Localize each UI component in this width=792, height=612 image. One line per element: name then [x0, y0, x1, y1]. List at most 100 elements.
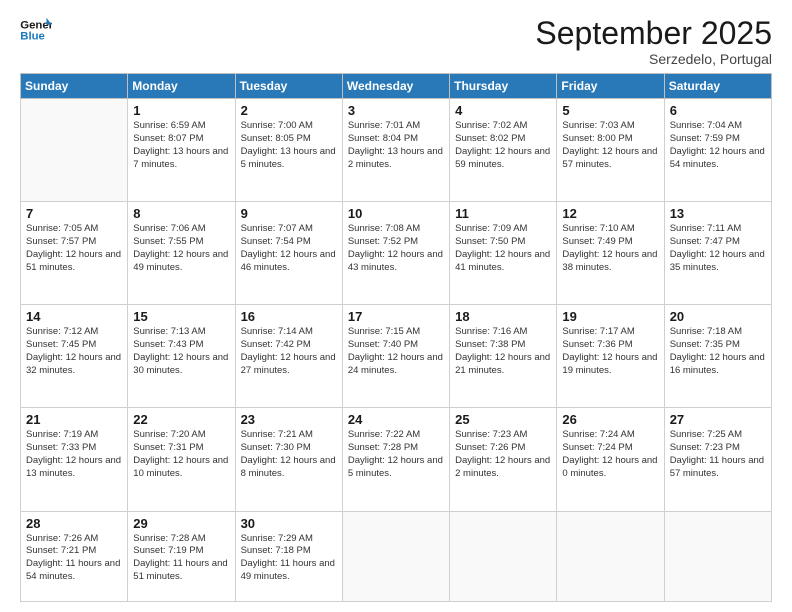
header-monday: Monday: [128, 74, 235, 99]
day-info: Sunrise: 7:22 AM Sunset: 7:28 PM Dayligh…: [348, 429, 444, 480]
table-row: [557, 511, 664, 602]
day-info: Sunrise: 7:02 AM Sunset: 8:02 PM Dayligh…: [455, 120, 551, 171]
day-info: Sunrise: 7:13 AM Sunset: 7:43 PM Dayligh…: [133, 326, 229, 377]
day-number: 29: [133, 516, 229, 531]
table-row: 27 Sunrise: 7:25 AM Sunset: 7:23 PM Dayli…: [664, 408, 771, 511]
day-number: 20: [670, 309, 766, 324]
day-info: Sunrise: 7:25 AM Sunset: 7:23 PM Dayligh…: [670, 429, 766, 480]
table-row: 19Sunrise: 7:17 AM Sunset: 7:36 PM Dayli…: [557, 305, 664, 408]
day-info: Sunrise: 7:06 AM Sunset: 7:55 PM Dayligh…: [133, 223, 229, 274]
day-info: Sunrise: 7:08 AM Sunset: 7:52 PM Dayligh…: [348, 223, 444, 274]
header: General Blue September 2025 Serzedelo, P…: [20, 16, 772, 67]
table-row: 6 Sunrise: 7:04 AM Sunset: 7:59 PM Daylig…: [664, 99, 771, 202]
logo: General Blue: [20, 16, 52, 44]
table-row: 22Sunrise: 7:20 AM Sunset: 7:31 PM Dayli…: [128, 408, 235, 511]
day-number: 16: [241, 309, 337, 324]
header-wednesday: Wednesday: [342, 74, 449, 99]
table-row: 8 Sunrise: 7:06 AM Sunset: 7:55 PM Daylig…: [128, 202, 235, 305]
day-number: 11: [455, 206, 551, 221]
table-row: 21Sunrise: 7:19 AM Sunset: 7:33 PM Dayli…: [21, 408, 128, 511]
day-number: 18: [455, 309, 551, 324]
table-row: 4 Sunrise: 7:02 AM Sunset: 8:02 PM Daylig…: [450, 99, 557, 202]
table-row: 20 Sunrise: 7:18 AM Sunset: 7:35 PM Dayli…: [664, 305, 771, 408]
day-number: 22: [133, 412, 229, 427]
header-thursday: Thursday: [450, 74, 557, 99]
day-info: Sunrise: 7:14 AM Sunset: 7:42 PM Dayligh…: [241, 326, 337, 377]
logo-icon: General Blue: [20, 16, 52, 44]
header-tuesday: Tuesday: [235, 74, 342, 99]
day-number: 27: [670, 412, 766, 427]
calendar-week-row: 28 Sunrise: 7:26 AM Sunset: 7:21 PM Dayli…: [21, 511, 772, 602]
day-number: 28: [26, 516, 122, 531]
day-number: 17: [348, 309, 444, 324]
table-row: 18 Sunrise: 7:16 AM Sunset: 7:38 PM Dayli…: [450, 305, 557, 408]
day-number: 2: [241, 103, 337, 118]
day-number: 6: [670, 103, 766, 118]
day-info: Sunrise: 7:11 AM Sunset: 7:47 PM Dayligh…: [670, 223, 766, 274]
day-number: 5: [562, 103, 658, 118]
day-info: Sunrise: 7:07 AM Sunset: 7:54 PM Dayligh…: [241, 223, 337, 274]
table-row: 26 Sunrise: 7:24 AM Sunset: 7:24 PM Dayli…: [557, 408, 664, 511]
day-info: Sunrise: 7:23 AM Sunset: 7:26 PM Dayligh…: [455, 429, 551, 480]
day-number: 25: [455, 412, 551, 427]
day-info: Sunrise: 7:16 AM Sunset: 7:38 PM Dayligh…: [455, 326, 551, 377]
calendar-week-row: 21Sunrise: 7:19 AM Sunset: 7:33 PM Dayli…: [21, 408, 772, 511]
table-row: [664, 511, 771, 602]
title-block: September 2025 Serzedelo, Portugal: [535, 16, 772, 67]
table-row: 29Sunrise: 7:28 AM Sunset: 7:19 PM Dayli…: [128, 511, 235, 602]
day-info: Sunrise: 7:09 AM Sunset: 7:50 PM Dayligh…: [455, 223, 551, 274]
table-row: 13 Sunrise: 7:11 AM Sunset: 7:47 PM Dayli…: [664, 202, 771, 305]
day-number: 21: [26, 412, 122, 427]
day-number: 26: [562, 412, 658, 427]
calendar-week-row: 14 Sunrise: 7:12 AM Sunset: 7:45 PM Dayli…: [21, 305, 772, 408]
weekday-header-row: Sunday Monday Tuesday Wednesday Thursday…: [21, 74, 772, 99]
table-row: 1 Sunrise: 6:59 AM Sunset: 8:07 PM Daylig…: [128, 99, 235, 202]
table-row: 24Sunrise: 7:22 AM Sunset: 7:28 PM Dayli…: [342, 408, 449, 511]
table-row: 3 Sunrise: 7:01 AM Sunset: 8:04 PM Daylig…: [342, 99, 449, 202]
day-number: 30: [241, 516, 337, 531]
day-number: 13: [670, 206, 766, 221]
day-info: Sunrise: 7:18 AM Sunset: 7:35 PM Dayligh…: [670, 326, 766, 377]
table-row: 28 Sunrise: 7:26 AM Sunset: 7:21 PM Dayli…: [21, 511, 128, 602]
day-number: 3: [348, 103, 444, 118]
day-info: Sunrise: 7:21 AM Sunset: 7:30 PM Dayligh…: [241, 429, 337, 480]
day-info: Sunrise: 7:15 AM Sunset: 7:40 PM Dayligh…: [348, 326, 444, 377]
table-row: [21, 99, 128, 202]
table-row: 16 Sunrise: 7:14 AM Sunset: 7:42 PM Dayli…: [235, 305, 342, 408]
day-number: 4: [455, 103, 551, 118]
day-info: Sunrise: 7:01 AM Sunset: 8:04 PM Dayligh…: [348, 120, 444, 171]
day-info: Sunrise: 6:59 AM Sunset: 8:07 PM Dayligh…: [133, 120, 229, 171]
table-row: 9 Sunrise: 7:07 AM Sunset: 7:54 PM Daylig…: [235, 202, 342, 305]
day-info: Sunrise: 7:00 AM Sunset: 8:05 PM Dayligh…: [241, 120, 337, 171]
table-row: [450, 511, 557, 602]
calendar-week-row: 1 Sunrise: 6:59 AM Sunset: 8:07 PM Daylig…: [21, 99, 772, 202]
day-info: Sunrise: 7:04 AM Sunset: 7:59 PM Dayligh…: [670, 120, 766, 171]
day-number: 15: [133, 309, 229, 324]
table-row: 25 Sunrise: 7:23 AM Sunset: 7:26 PM Dayli…: [450, 408, 557, 511]
day-number: 19: [562, 309, 658, 324]
day-info: Sunrise: 7:05 AM Sunset: 7:57 PM Dayligh…: [26, 223, 122, 274]
calendar-week-row: 7Sunrise: 7:05 AM Sunset: 7:57 PM Daylig…: [21, 202, 772, 305]
day-number: 14: [26, 309, 122, 324]
table-row: 7Sunrise: 7:05 AM Sunset: 7:57 PM Daylig…: [21, 202, 128, 305]
table-row: 23 Sunrise: 7:21 AM Sunset: 7:30 PM Dayli…: [235, 408, 342, 511]
header-friday: Friday: [557, 74, 664, 99]
svg-text:Blue: Blue: [20, 31, 45, 43]
day-number: 23: [241, 412, 337, 427]
table-row: 10 Sunrise: 7:08 AM Sunset: 7:52 PM Dayli…: [342, 202, 449, 305]
day-number: 9: [241, 206, 337, 221]
header-sunday: Sunday: [21, 74, 128, 99]
day-info: Sunrise: 7:24 AM Sunset: 7:24 PM Dayligh…: [562, 429, 658, 480]
table-row: 15 Sunrise: 7:13 AM Sunset: 7:43 PM Dayli…: [128, 305, 235, 408]
day-info: Sunrise: 7:26 AM Sunset: 7:21 PM Dayligh…: [26, 533, 122, 584]
calendar-table: Sunday Monday Tuesday Wednesday Thursday…: [20, 73, 772, 602]
day-number: 8: [133, 206, 229, 221]
day-info: Sunrise: 7:29 AM Sunset: 7:18 PM Dayligh…: [241, 533, 337, 584]
table-row: 11 Sunrise: 7:09 AM Sunset: 7:50 PM Dayli…: [450, 202, 557, 305]
table-row: 12Sunrise: 7:10 AM Sunset: 7:49 PM Dayli…: [557, 202, 664, 305]
table-row: 5Sunrise: 7:03 AM Sunset: 8:00 PM Daylig…: [557, 99, 664, 202]
day-number: 10: [348, 206, 444, 221]
day-number: 1: [133, 103, 229, 118]
day-info: Sunrise: 7:12 AM Sunset: 7:45 PM Dayligh…: [26, 326, 122, 377]
page: General Blue September 2025 Serzedelo, P…: [0, 0, 792, 612]
